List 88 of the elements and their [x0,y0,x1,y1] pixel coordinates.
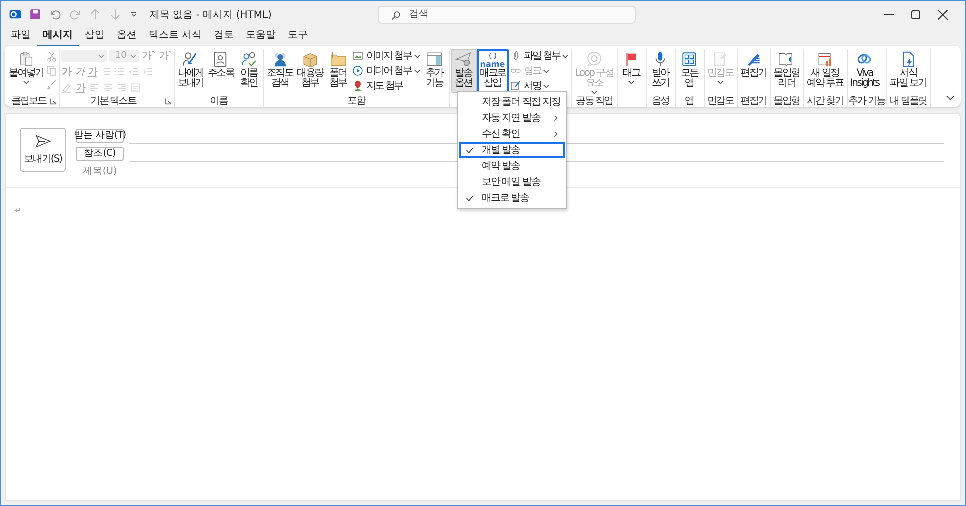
ribbon-button[interactable]: 파일 첨부 [508,49,570,63]
ribbon-button[interactable]: 서명 [508,79,570,93]
ribbon-tab[interactable]: 옵션 [111,26,143,47]
group-label: 이름 [210,95,228,108]
ribbon-button[interactable]: 몰입형 리더 [772,49,802,93]
arrow-down-icon[interactable] [109,8,122,21]
group-label: 시간 찾기 [806,95,844,108]
save-icon[interactable] [29,8,42,21]
dialog-launcher-icon[interactable] [50,98,57,105]
ribbon-button[interactable]: 미디어 첨부 [351,64,422,78]
ribbon-button[interactable]: 나에게 보내기 [176,49,206,93]
speech-bubble-icon [586,51,603,68]
ribbon-button[interactable]: 발송 옵션 [450,49,477,93]
ribbon-tab[interactable]: 삽입 [79,26,111,47]
menu-item[interactable]: 수신 확인 [459,126,565,142]
group-label: 추가 기능 [848,95,886,108]
group-label: 민감도 [708,95,734,108]
group-label: 기본 텍스트 [90,95,136,108]
ribbon-button[interactable]: 이름 확인 [236,49,262,93]
ribbon-button[interactable]: 서식 파일 보기 [888,49,929,93]
ribbon-button[interactable]: 받아 쓰기 [648,49,674,93]
ribbon-button[interactable]: 조직도 검색 [265,49,296,93]
ribbon-button[interactable]: 새 일정 예약 투표 [804,49,846,93]
people-check-icon [240,51,258,68]
calendar-chart-icon [816,51,834,68]
paper-plane-gear-icon [455,51,472,68]
ribbon-button[interactable]: 대용량 첨부 [295,49,326,93]
person-pen-icon [182,51,200,68]
address-book-icon [212,51,230,68]
ribbon-button[interactable]: 편집기 [738,49,769,93]
group-label: 포함 [348,95,366,108]
ribbon-tab[interactable]: 파일 [5,26,37,47]
menu-item[interactable]: 저장 폴더 직접 지정 [459,94,565,110]
group-label: 클립보드 [12,95,46,108]
paragraph-mark: ↵ [15,206,22,215]
search-field[interactable]: 검색 [378,6,636,24]
group-label: 음성 [652,95,670,108]
ribbon-button[interactable]: 추가 기능 [422,49,448,93]
menu-item[interactable]: 보안 메일 발송 [459,174,565,190]
app-logo-icon [9,8,22,21]
ribbon-button[interactable]: 태그 [618,49,644,93]
paper-plane-icon [35,134,51,148]
ribbon-tab[interactable]: 도움말 [240,26,282,47]
ribbon-button[interactable]: 이미지 첨부 [351,49,422,63]
redo-icon[interactable] [69,8,82,21]
caret-icon [130,54,137,58]
menu-item[interactable]: 개별 발송 [459,142,565,158]
close-icon[interactable] [938,10,948,20]
subject-label: 제목(U) [82,165,118,178]
undo-icon[interactable] [49,8,62,21]
to-button[interactable]: 받는 사람(T) [76,128,124,142]
document-tag-icon [712,51,730,68]
pen-icon [745,51,762,68]
cc-button[interactable]: 참조(C) [76,146,124,160]
group-label: 몰입형 [774,95,800,108]
ribbon-tab[interactable]: 도구 [282,26,314,47]
ribbon-button[interactable]: 모든 앱 [676,49,702,93]
ribbon-tab[interactable]: 텍스트 서식 [143,26,208,47]
panel-icon [426,51,444,68]
menu-item[interactable]: 예약 발송 [459,158,565,174]
ribbon-button[interactable]: 폴더 첨부 [325,49,352,93]
chevron-down-icon[interactable] [946,95,955,101]
ribbon-button[interactable]: 붙여넣기 [7,49,46,93]
maximize-icon[interactable] [911,10,921,20]
window-title: 제목 없음 - 메시지 (HTML) [150,8,273,22]
clipboard-icon [18,51,35,68]
group-label: 편집기 [740,95,767,108]
play-icon [352,65,364,77]
dialog-launcher-icon[interactable] [164,98,172,105]
image-icon [352,50,364,62]
book-speaker-icon [778,51,796,68]
menu-item[interactable]: 매크로 발송 [459,190,565,206]
ribbon-button[interactable]: 주소록 [206,49,236,93]
signature-icon [510,80,522,92]
send-button[interactable]: 보내기(S) [20,128,66,172]
app-grid-icon [681,51,698,68]
caret-icon [98,54,105,58]
group-label: 내 템플릿 [890,95,927,108]
arrow-up-icon[interactable] [89,8,102,21]
search-icon [391,10,402,20]
ribbon-button[interactable]: Viva Insights [848,49,882,93]
group-label: 공동 작업 [576,95,613,108]
menu-item[interactable]: 자동 지연 발송 [459,110,565,126]
group-label: 앱 [685,95,694,108]
folder-icon [330,51,347,68]
box-icon [302,51,319,68]
ribbon-button[interactable]: 지도 첨부 [351,79,422,93]
ribbon-tab[interactable]: 검토 [208,26,240,47]
